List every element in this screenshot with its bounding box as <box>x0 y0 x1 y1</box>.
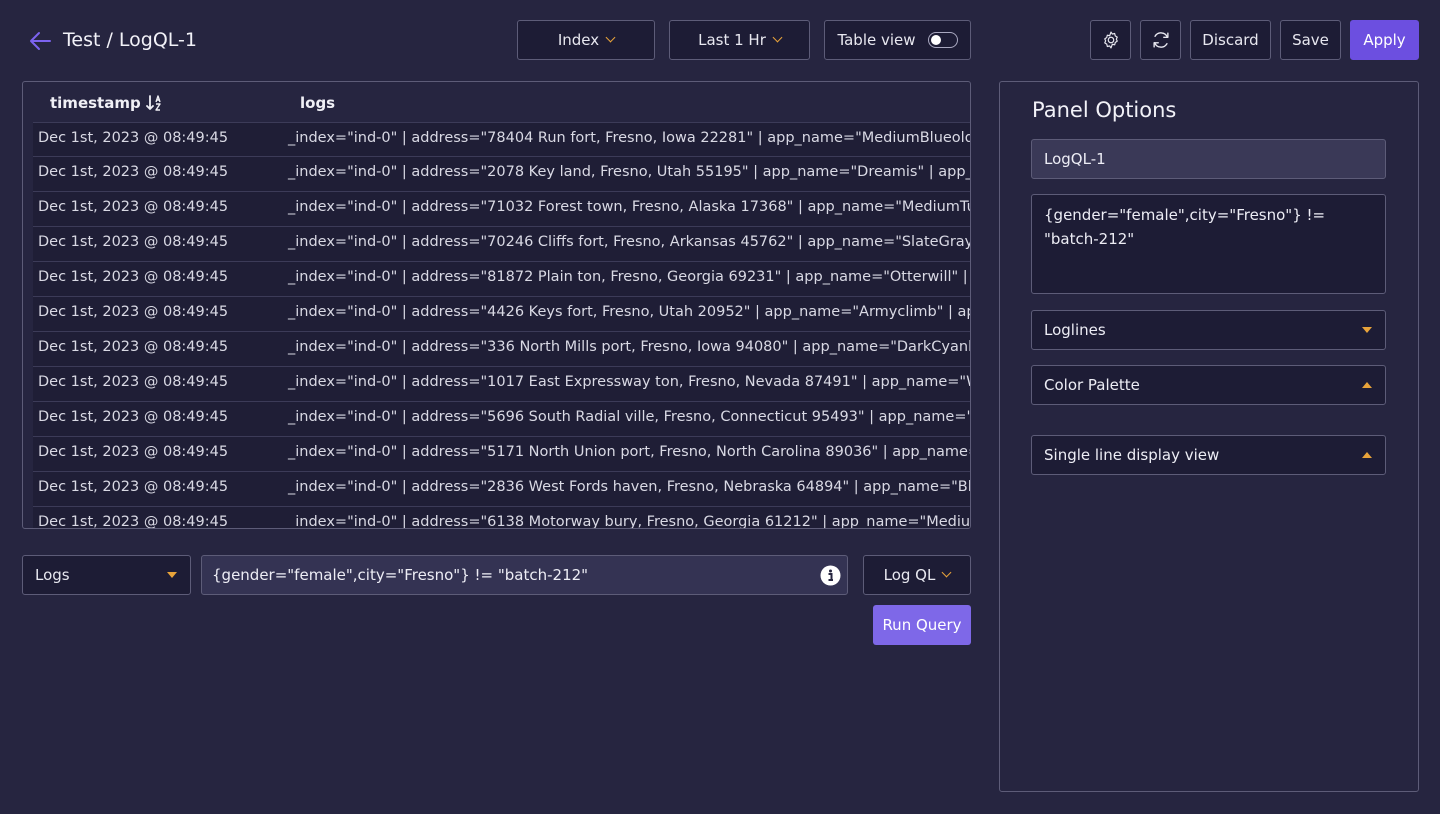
refresh-icon <box>1152 32 1169 48</box>
chevron-down-icon <box>941 567 952 578</box>
cell-timestamp: Dec 1st, 2023 @ 08:49:45 <box>38 479 229 495</box>
cell-timestamp: Dec 1st, 2023 @ 08:49:45 <box>38 409 229 425</box>
display-view-select-label: Single line display view <box>1044 446 1220 464</box>
table-view-label: Table view <box>837 31 916 49</box>
info-icon[interactable] <box>820 565 841 586</box>
panel-name-input[interactable] <box>1031 139 1386 179</box>
table-row[interactable]: Dec 1st, 2023 @ 08:49:45 _index="ind-0" |… <box>33 472 970 507</box>
color-palette-select[interactable]: Color Palette <box>1031 365 1386 405</box>
table-row[interactable]: Dec 1st, 2023 @ 08:49:45 _index="ind-0" |… <box>33 332 970 367</box>
chevron-down-icon <box>605 32 616 43</box>
cell-log: _index="ind-0" | address="5696 South Rad… <box>288 409 971 425</box>
table-header: timestamp logs <box>23 82 970 122</box>
page-title: Test / LogQL-1 <box>63 29 197 51</box>
discard-button[interactable]: Discard <box>1190 20 1271 60</box>
table-row[interactable]: Dec 1st, 2023 @ 08:49:45 _index="ind-0" |… <box>33 122 970 157</box>
cell-timestamp: Dec 1st, 2023 @ 08:49:45 <box>38 444 229 460</box>
table-view-toggle-container[interactable]: Table view <box>824 20 971 60</box>
cell-log: _index="ind-0" | address="336 North Mill… <box>288 339 971 355</box>
cell-timestamp: Dec 1st, 2023 @ 08:49:45 <box>38 199 229 215</box>
cell-log: _index="ind-0" | address="5171 North Uni… <box>288 444 971 460</box>
cell-timestamp: Dec 1st, 2023 @ 08:49:45 <box>38 234 229 250</box>
cell-log: _index="ind-0" | address="78404 Run fort… <box>288 130 971 146</box>
caret-down-icon <box>1362 327 1372 333</box>
table-row[interactable]: Dec 1st, 2023 @ 08:49:45 _index="ind-0" |… <box>33 297 970 332</box>
column-header-timestamp[interactable]: timestamp <box>50 94 164 112</box>
cell-timestamp: Dec 1st, 2023 @ 08:49:45 <box>38 304 229 320</box>
source-select-label: Logs <box>35 566 70 584</box>
query-expression-textarea[interactable]: {gender="female",city="Fresno"} != "batc… <box>1031 194 1386 294</box>
chevron-down-icon <box>772 32 783 43</box>
caret-down-icon <box>167 572 177 578</box>
cell-log: _index="ind-0" | address="6138 Motorway … <box>288 514 971 529</box>
cell-log: _index="ind-0" | address="1017 East Expr… <box>288 374 971 390</box>
gear-icon <box>1103 31 1118 49</box>
table-row[interactable]: Dec 1st, 2023 @ 08:49:45 _index="ind-0" |… <box>33 507 971 529</box>
caret-up-icon <box>1362 452 1372 458</box>
index-dropdown[interactable]: Index <box>517 20 655 60</box>
table-body: Dec 1st, 2023 @ 08:49:45 _index="ind-0" |… <box>23 122 971 529</box>
display-view-select[interactable]: Single line display view <box>1031 435 1386 475</box>
column-header-logs[interactable]: logs <box>300 94 335 112</box>
apply-button[interactable]: Apply <box>1350 20 1419 60</box>
save-button[interactable]: Save <box>1280 20 1341 60</box>
table-row[interactable]: Dec 1st, 2023 @ 08:49:45 _index="ind-0" |… <box>33 192 970 227</box>
toggle-knob <box>930 34 941 45</box>
time-range-dropdown[interactable]: Last 1 Hr <box>669 20 810 60</box>
cell-log: _index="ind-0" | address="2078 Key land,… <box>288 164 971 180</box>
caret-up-icon <box>1362 382 1372 388</box>
cell-log: _index="ind-0" | address="4426 Keys fort… <box>288 304 971 320</box>
column-header-timestamp-label: timestamp <box>50 94 141 112</box>
cell-timestamp: Dec 1st, 2023 @ 08:49:45 <box>38 339 229 355</box>
run-query-button[interactable]: Run Query <box>873 605 971 645</box>
panel-options-title: Panel Options <box>1032 98 1177 122</box>
table-row[interactable]: Dec 1st, 2023 @ 08:49:45 _index="ind-0" |… <box>33 262 970 297</box>
table-row[interactable]: Dec 1st, 2023 @ 08:49:45 _index="ind-0" |… <box>33 402 970 437</box>
cell-timestamp: Dec 1st, 2023 @ 08:49:45 <box>38 514 229 529</box>
table-row[interactable]: Dec 1st, 2023 @ 08:49:45 _index="ind-0" |… <box>33 437 970 472</box>
table-view-toggle[interactable] <box>927 32 958 48</box>
query-input[interactable] <box>201 555 848 595</box>
visualization-select-label: Loglines <box>1044 321 1106 339</box>
settings-button[interactable] <box>1090 20 1131 60</box>
back-arrow-icon[interactable] <box>28 30 52 52</box>
cell-timestamp: Dec 1st, 2023 @ 08:49:45 <box>38 269 229 285</box>
query-language-label: Log QL <box>883 566 936 584</box>
visualization-select[interactable]: Loglines <box>1031 310 1386 350</box>
table-row[interactable]: Dec 1st, 2023 @ 08:49:45 _index="ind-0" |… <box>33 367 970 402</box>
cell-timestamp: Dec 1st, 2023 @ 08:49:45 <box>38 130 229 146</box>
table-row[interactable]: Dec 1st, 2023 @ 08:49:45 _index="ind-0" |… <box>33 227 970 262</box>
cell-log: _index="ind-0" | address="2836 West Ford… <box>288 479 971 495</box>
logs-table[interactable]: timestamp logs Dec 1st, 2023 @ 08:49:45 _… <box>22 81 971 529</box>
time-range-label: Last 1 Hr <box>698 31 766 49</box>
cell-timestamp: Dec 1st, 2023 @ 08:49:45 <box>38 374 229 390</box>
source-select[interactable]: Logs <box>22 555 191 595</box>
cell-log: _index="ind-0" | address="71032 Forest t… <box>288 199 971 215</box>
cell-timestamp: Dec 1st, 2023 @ 08:49:45 <box>38 164 229 180</box>
table-row[interactable]: Dec 1st, 2023 @ 08:49:45 _index="ind-0" |… <box>33 157 970 192</box>
index-dropdown-label: Index <box>557 31 600 49</box>
cell-log: _index="ind-0" | address="81872 Plain to… <box>288 269 971 285</box>
query-language-dropdown[interactable]: Log QL <box>863 555 971 595</box>
color-palette-select-label: Color Palette <box>1044 376 1140 394</box>
sort-icon[interactable] <box>145 94 164 112</box>
refresh-button[interactable] <box>1140 20 1181 60</box>
cell-log: _index="ind-0" | address="70246 Cliffs f… <box>288 234 971 250</box>
